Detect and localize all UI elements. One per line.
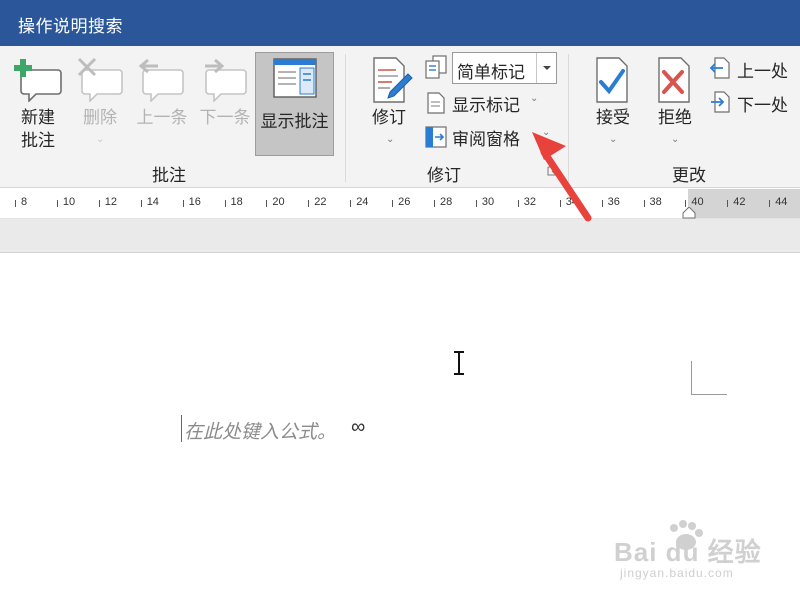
ruler-tick-label: 38 — [649, 196, 662, 208]
next-change-icon — [711, 91, 730, 113]
reviewing-pane-label: 审阅窗格 — [452, 130, 520, 149]
group-divider — [345, 54, 346, 182]
annotation-arrow-icon — [532, 132, 592, 222]
previous-comment-icon — [138, 58, 184, 102]
previous-change-button[interactable]: 上一处 — [708, 56, 796, 84]
next-comment-icon — [205, 58, 247, 102]
chevron-down-icon: ⌄ — [609, 134, 618, 145]
ruler-tick-mark — [308, 200, 310, 207]
chevron-down-icon: ⌄ — [671, 134, 680, 145]
ruler-tick-label: 20 — [272, 196, 285, 208]
display-for-review-icon-wrap — [424, 54, 454, 82]
next-comment-label: 下一条 — [199, 108, 251, 127]
show-comments-label: 显示批注 — [260, 112, 329, 131]
next-change-label: 下一处 — [737, 96, 788, 115]
chevron-down-icon: ⌄ — [386, 134, 395, 145]
ruler-tick-mark — [15, 200, 16, 207]
previous-comment-label: 上一条 — [136, 108, 188, 127]
review-ribbon: 新建 批注 删除 ⌄ 上一条 下一条 显示批注 批注 修订 ⌄ 简单标记 显示标… — [0, 46, 800, 188]
ruler-tick-mark — [392, 200, 394, 207]
ruler-tick-label: 36 — [607, 196, 620, 208]
ruler-tick-label: 14 — [146, 196, 159, 208]
ruler-tick-label: 18 — [230, 196, 243, 208]
ruler-tick-label: 24 — [356, 196, 369, 208]
ruler-tick-mark — [98, 200, 100, 207]
changes-group-label: 更改 — [672, 166, 706, 185]
display-for-review-icon — [425, 55, 447, 79]
show-comments-button[interactable]: 显示批注 — [255, 52, 334, 156]
next-change-button[interactable]: 下一处 — [708, 90, 796, 118]
ruler-tick-label: 22 — [314, 196, 327, 208]
next-comment-button[interactable]: 下一条 — [195, 54, 255, 134]
ruler-tick-mark — [434, 200, 435, 207]
tracking-group-label: 修订 — [427, 166, 461, 185]
previous-comment-button[interactable]: 上一条 — [132, 54, 192, 134]
watermark-url: jingyan.baidu.com — [620, 566, 734, 580]
paragraph-mark: ∞ — [351, 416, 366, 438]
new-comment-button[interactable]: 新建 批注 — [8, 54, 68, 160]
track-changes-button[interactable]: 修订 ⌄ — [360, 54, 420, 160]
ruler-tick-mark — [182, 200, 184, 207]
equation-placeholder[interactable]: 在此处键入公式。 — [184, 417, 336, 444]
show-markup-icon — [427, 92, 445, 114]
chevron-down-icon: ⌄ — [96, 134, 105, 145]
display-markup-value: 简单标记 — [457, 63, 525, 82]
right-indent-marker-icon[interactable] — [682, 207, 696, 219]
comments-group-label: 批注 — [152, 166, 186, 185]
ruler-tick-mark — [224, 200, 226, 207]
ruler-tick-mark — [475, 200, 477, 207]
horizontal-ruler[interactable]: 8 10 12 14 16 18 20 22 24 26 28 30 32 34 36 38 40 42 44 — [0, 189, 800, 219]
ruler-tick-label: 42 — [733, 196, 746, 208]
show-markup-button[interactable]: 显示标记 ⌄ — [424, 90, 546, 118]
track-changes-icon — [373, 57, 413, 103]
reject-icon — [658, 57, 690, 103]
ruler-tick-label: 16 — [188, 196, 201, 208]
new-comment-label: 新建 批注 — [21, 108, 55, 150]
dropdown-arrow-icon[interactable] — [536, 53, 556, 83]
ruler-tick-label: 28 — [440, 196, 453, 208]
page-gap — [0, 219, 800, 253]
delete-comment-icon — [77, 57, 123, 102]
ruler-tick-mark — [727, 200, 729, 207]
delete-comment-label: 删除 — [83, 108, 117, 127]
new-comment-icon — [14, 59, 62, 102]
ruler-tick-mark — [643, 200, 645, 207]
watermark-logo: Bai du 经验 jingyan.baidu.com — [612, 520, 792, 584]
margin-corner-mark — [691, 361, 727, 395]
show-markup-label: 显示标记 — [452, 96, 520, 115]
ruler-tick-label: 8 — [21, 196, 28, 208]
track-changes-label: 修订 — [372, 108, 406, 127]
watermark-brand: Bai du 经验 — [614, 537, 762, 567]
ruler-tick-label: 44 — [775, 196, 788, 208]
reject-button[interactable]: 拒绝 ⌄ — [646, 54, 704, 160]
reviewing-pane-icon — [425, 126, 447, 148]
show-comments-icon — [273, 58, 317, 98]
ruler-tick-mark — [517, 200, 519, 207]
ruler-tick-mark — [56, 200, 58, 207]
previous-change-label: 上一处 — [737, 62, 788, 81]
ruler-tick-mark — [350, 200, 352, 207]
accept-icon — [596, 57, 628, 103]
ruler-tick-label: 12 — [104, 196, 118, 208]
ruler-tick-label: 10 — [62, 196, 76, 208]
title-bar: 操作说明搜索 — [0, 0, 800, 46]
text-caret — [181, 415, 182, 442]
ruler-tick-mark — [769, 200, 771, 207]
reject-label: 拒绝 — [658, 108, 692, 127]
ruler-tick-label: 30 — [481, 196, 495, 208]
ruler-tick-mark — [266, 200, 268, 207]
ruler-tick-mark — [685, 200, 687, 207]
i-beam-cursor-icon — [454, 351, 464, 375]
delete-comment-button[interactable]: 删除 ⌄ — [72, 54, 128, 160]
ruler-tick-mark — [140, 200, 142, 207]
tell-me-search[interactable]: 操作说明搜索 — [18, 12, 123, 37]
chevron-down-icon: ⌄ — [530, 93, 539, 104]
ruler-tick-label: 26 — [398, 196, 411, 208]
display-markup-select[interactable]: 简单标记 — [452, 52, 557, 84]
previous-change-icon — [709, 57, 730, 79]
